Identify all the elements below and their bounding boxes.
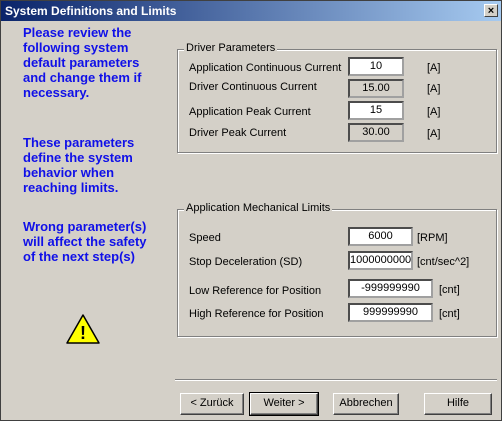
- warning-glyph: !: [80, 323, 86, 343]
- app-peak-current-label: Application Peak Current: [189, 106, 311, 118]
- driver-continuous-current-label: Driver Continuous Current: [189, 81, 317, 93]
- dialog-window: System Definitions and Limits × Please r…: [0, 0, 502, 421]
- title-bar[interactable]: System Definitions and Limits ×: [1, 1, 501, 21]
- next-button[interactable]: Weiter >: [249, 392, 319, 416]
- stop-deceleration-unit: [cnt/sec^2]: [417, 256, 470, 268]
- driver-peak-current-label: Driver Peak Current: [189, 127, 287, 139]
- close-icon: ×: [487, 5, 495, 17]
- high-reference-input[interactable]: 999999990: [348, 303, 433, 322]
- stop-deceleration-label: Stop Deceleration (SD): [189, 256, 303, 268]
- mechanical-limits-legend: Application Mechanical Limits: [184, 202, 333, 214]
- info-define-text: These parameters define the system behav…: [23, 135, 135, 195]
- low-reference-label: Low Reference for Position: [189, 285, 322, 297]
- driver-peak-current-unit: [A]: [427, 128, 441, 140]
- warning-triangle-icon: !: [66, 314, 100, 344]
- app-peak-current-input[interactable]: 15: [348, 101, 404, 120]
- window-title: System Definitions and Limits: [5, 4, 177, 18]
- back-button[interactable]: < Zurück: [180, 393, 244, 415]
- stop-deceleration-input[interactable]: 1000000000: [348, 251, 413, 270]
- app-continuous-current-input[interactable]: 10: [348, 57, 404, 76]
- info-review-text: Please review the following system defau…: [23, 25, 142, 100]
- button-separator: [175, 379, 497, 381]
- driver-peak-current-field: 30.00: [348, 123, 404, 142]
- low-reference-input[interactable]: -999999990: [348, 279, 433, 298]
- high-reference-unit: [cnt]: [439, 308, 460, 320]
- app-continuous-current-unit: [A]: [427, 62, 441, 74]
- app-continuous-current-label: Application Continuous Current: [189, 62, 342, 74]
- high-reference-label: High Reference for Position: [189, 308, 324, 320]
- info-safety-text: Wrong parameter(s) will affect the safet…: [23, 219, 147, 264]
- app-peak-current-unit: [A]: [427, 106, 441, 118]
- cancel-button[interactable]: Abbrechen: [333, 393, 399, 415]
- driver-parameters-legend: Driver Parameters: [184, 42, 278, 54]
- close-button[interactable]: ×: [484, 4, 498, 17]
- driver-continuous-current-unit: [A]: [427, 83, 441, 95]
- low-reference-unit: [cnt]: [439, 284, 460, 296]
- help-button[interactable]: Hilfe: [424, 393, 492, 415]
- speed-input[interactable]: 6000: [348, 227, 413, 246]
- driver-continuous-current-field: 15.00: [348, 79, 404, 98]
- speed-label: Speed: [189, 232, 221, 244]
- speed-unit: [RPM]: [417, 232, 448, 244]
